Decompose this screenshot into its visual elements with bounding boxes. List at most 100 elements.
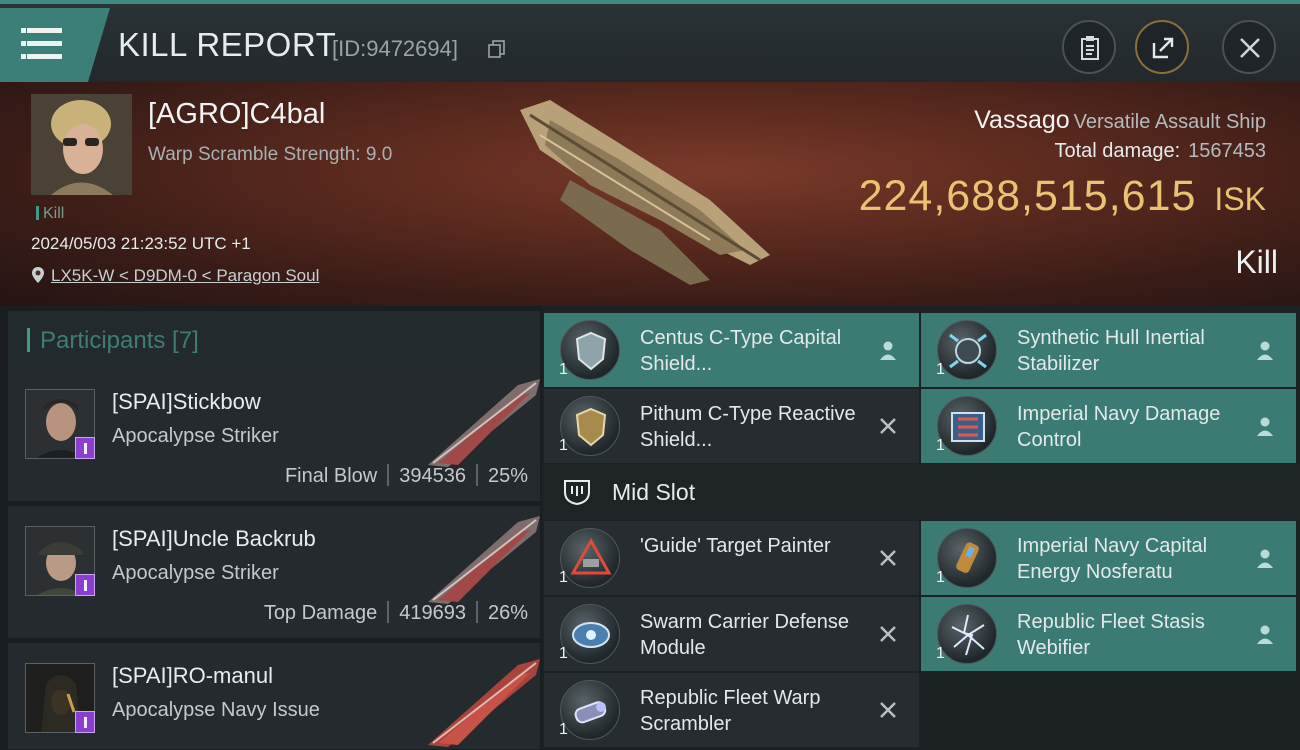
person-icon [880,341,896,360]
header-accent-bar [27,328,30,352]
isk-value: 224,688,515,615 ISK [859,172,1266,221]
participants-header: Participants [7] [8,311,540,369]
result-label: Kill [1235,244,1278,280]
participant-ship-image [428,379,540,467]
kill-time: 2024/05/03 21:23:52 UTC +1 [31,234,251,253]
isk-amount: 224,688,515,615 [858,172,1197,220]
nosferatu-module-icon [937,528,997,588]
participant-stats: Final Blow 394536 25% [285,464,528,488]
location-link[interactable]: LX5K-W < D9DM-0 < Paragon Soul [31,266,319,286]
mid-slot-title: Mid Slot [612,479,696,505]
defense-module-icon [560,604,620,664]
participant-damage: 419693 [399,602,466,624]
menu-icon [21,28,26,33]
module-qty: 1 [559,569,568,586]
x-icon [880,418,896,434]
module-item[interactable]: 1 Republic Fleet Stasis Webifier [921,597,1296,671]
module-name: Imperial Navy Capital Energy Nosferatu [1017,535,1208,583]
participant-card[interactable]: [SPAI]Uncle Backrub Apocalypse Striker T… [8,506,540,639]
participants-title: Participants [7] [40,327,199,354]
victim-name[interactable]: [AGRO]C4bal [148,98,325,131]
participant-percent: 26% [487,602,528,624]
module-name: 'Guide' Target Painter [640,535,831,557]
menu-icon-bar [27,54,62,59]
module-item[interactable]: 1 Synthetic Hull Inertial Stabilizer [921,313,1296,387]
total-damage-label: Total damage: [1054,140,1181,162]
ship-title: Vassago Versatile Assault Ship [974,106,1266,135]
ship-image [520,100,770,285]
participant-role: Top Damage [263,602,378,624]
module-qty: 1 [936,437,945,454]
stat-divider [475,464,478,486]
participant-ship: Apocalypse Navy Issue [112,699,320,721]
damage-control-module-icon [937,396,997,456]
module-item[interactable]: 1 Centus C-Type Capital Shield... [544,313,919,387]
module-item[interactable]: 1 'Guide' Target Painter [544,521,919,595]
module-name: Republic Fleet Warp Scrambler [640,687,821,735]
kill-tag: Kill [36,205,64,223]
top-bar: KILL REPORT [ID:9472694] [0,0,1300,82]
pilot-badge-icon [75,574,95,596]
participant-ship: Apocalypse Striker [112,562,279,584]
fitting-panel: 1 Centus C-Type Capital Shield... 1 Synt… [542,306,1300,750]
menu-icon-bar [27,41,62,46]
module-name: Synthetic Hull Inertial Stabilizer [1017,327,1205,375]
share-button[interactable] [1135,20,1189,74]
total-damage-value: 1567453 [1188,140,1266,162]
participant-stats: Top Damage 419693 26% [264,601,528,625]
participant-name[interactable]: [SPAI]RO-manul [112,663,273,689]
target-painter-icon [560,528,620,588]
menu-button[interactable] [0,8,110,82]
menu-icon-bar [27,28,62,33]
participant-name[interactable]: [SPAI]Uncle Backrub [112,526,316,552]
stasis-webifier-icon [937,604,997,664]
module-name: Pithum C-Type Reactive Shield... [640,403,856,451]
victim-portrait[interactable] [31,94,132,195]
menu-icon-dot [21,54,26,59]
participant-ship-image [428,516,540,604]
stat-divider [475,601,478,623]
module-item[interactable]: 1 Imperial Navy Damage Control [921,389,1296,463]
x-icon [880,626,896,642]
participant-percent: 25% [487,465,528,487]
person-icon [1257,341,1273,360]
module-qty: 1 [936,645,945,662]
ship-class: Versatile Assault Ship [1073,111,1266,133]
module-name: Swarm Carrier Defense Module [640,611,849,659]
person-icon [1257,549,1273,568]
location-text[interactable]: LX5K-W < D9DM-0 < Paragon Soul [51,266,319,285]
location-pin-icon [32,267,44,283]
x-icon [880,702,896,718]
victim-banner: [AGRO]C4bal Warp Scramble Strength: 9.0 … [0,82,1300,306]
module-item[interactable]: 1 Pithum C-Type Reactive Shield... [544,389,919,463]
share-icon [1152,37,1174,59]
participant-card[interactable]: [SPAI]Stickbow Apocalypse Striker Final … [8,369,540,502]
page-title: KILL REPORT [118,26,337,63]
stat-divider [387,464,390,486]
module-qty: 1 [936,569,945,586]
clipboard-icon [1081,36,1099,60]
participant-name[interactable]: [SPAI]Stickbow [112,389,261,415]
pilot-badge-icon [75,711,95,733]
module-item[interactable]: 1 Republic Fleet Warp Scrambler [544,673,919,747]
module-qty: 1 [559,645,568,662]
participant-ship: Apocalypse Striker [112,425,279,447]
close-button[interactable] [1222,20,1276,74]
participant-card[interactable]: [SPAI]RO-manul Apocalypse Navy Issue [8,643,540,750]
clipboard-button[interactable] [1062,20,1116,74]
mid-slot-header: Mid Slot [542,465,1300,519]
module-item[interactable]: 1 Imperial Navy Capital Energy Nosferatu [921,521,1296,595]
module-qty: 1 [559,437,568,454]
warp-scrambler-icon [560,680,620,740]
pilot-badge-icon [75,437,95,459]
close-icon [1240,38,1260,58]
copy-icon[interactable] [488,40,506,58]
participant-role: Final Blow [284,465,378,487]
module-item[interactable]: 1 Swarm Carrier Defense Module [544,597,919,671]
isk-unit: ISK [1214,181,1266,217]
module-qty: 1 [559,361,568,378]
total-damage: Total damage: 1567453 [1054,140,1266,163]
participant-damage: 394536 [399,465,466,487]
participant-ship-image [428,659,540,747]
ship-name[interactable]: Vassago [974,106,1069,134]
